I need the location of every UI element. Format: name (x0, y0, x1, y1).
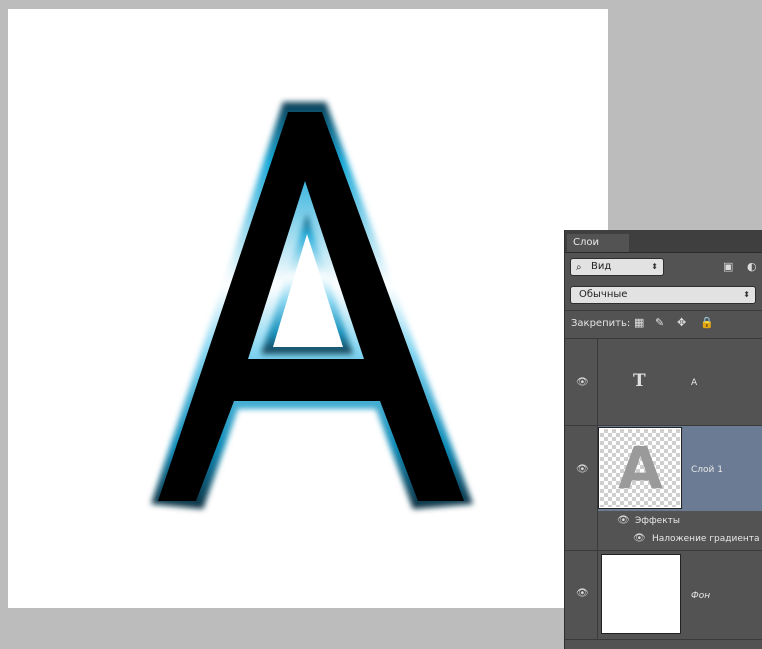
layer-row-text-a[interactable]: 👁 T A (565, 339, 762, 426)
visibility-eye-icon[interactable]: 👁 (576, 588, 589, 599)
layer-filter-select[interactable]: ⌕ Вид ⬍ (570, 258, 664, 276)
image-filter-icon[interactable]: ▣ (723, 260, 733, 273)
brush-lock-icon[interactable]: ✎ (655, 316, 664, 329)
tab-layers[interactable]: Слои (567, 234, 629, 252)
text-layer-icon: T (633, 371, 646, 391)
effect-visibility-eye-icon[interactable]: 👁 (633, 533, 646, 544)
select-arrows-icon: ⬍ (743, 290, 750, 299)
layer-thumbnail (601, 554, 681, 634)
document-canvas[interactable] (8, 9, 608, 608)
panel-tab-bar: Слои (565, 230, 762, 253)
layer-thumbnail: A (598, 427, 682, 509)
layer-name: Слой 1 (691, 465, 723, 475)
select-arrows-icon: ⬍ (651, 262, 658, 271)
search-icon: ⌕ (576, 262, 582, 273)
divider (597, 339, 598, 425)
divider (597, 551, 598, 639)
effects-visibility-eye-icon[interactable]: 👁 (617, 515, 630, 526)
layers-panel: Слои ⌕ Вид ⬍ ▣ ◐ Обычные ⬍ Закрепить: ▦ … (564, 230, 762, 649)
lock-label: Закрепить: (571, 318, 631, 329)
padlock-icon[interactable]: 🔒 (700, 316, 714, 329)
divider (597, 426, 598, 550)
layer-row-layer-1[interactable]: 👁 A Слой 1 👁 Эффекты 👁 Наложение градиен… (565, 426, 762, 551)
layer-row-background[interactable]: 👁 Фон (565, 551, 762, 640)
move-lock-icon[interactable]: ✥ (677, 316, 686, 329)
visibility-eye-icon[interactable]: 👁 (576, 464, 589, 475)
blend-mode-select[interactable]: Обычные ⬍ (570, 286, 756, 304)
layer-name: Фон (691, 591, 711, 601)
divider (565, 310, 762, 311)
layer-name: A (691, 378, 698, 388)
effects-label: Эффекты (635, 516, 680, 526)
blend-mode-value: Обычные (579, 289, 628, 300)
visibility-eye-icon[interactable]: 👁 (576, 377, 589, 388)
effect-gradient-overlay[interactable]: Наложение градиента (652, 534, 760, 544)
thumbnail-glyph: A (618, 434, 663, 502)
letter-a-artwork (151, 102, 473, 509)
transparency-lock-icon[interactable]: ▦ (634, 316, 644, 329)
adjustment-filter-icon[interactable]: ◐ (747, 260, 757, 273)
layer-filter-value: Вид (591, 261, 612, 272)
